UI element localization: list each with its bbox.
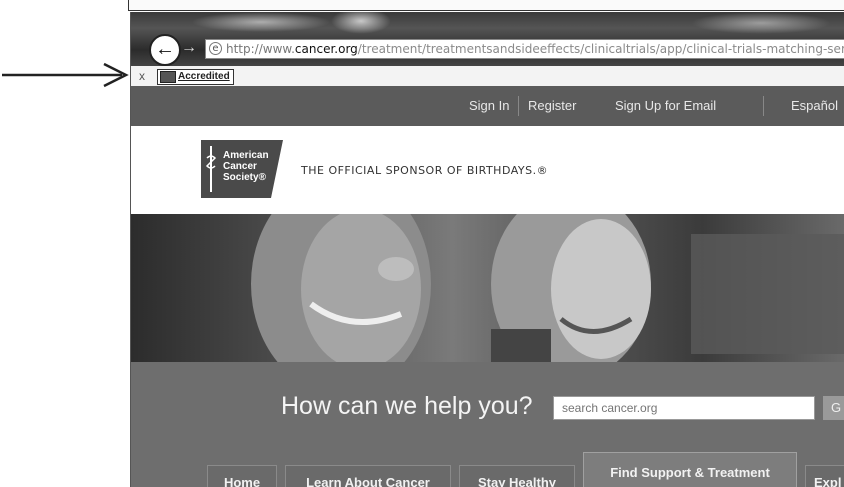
tab-home[interactable]: Home (207, 465, 277, 487)
back-arrow-icon[interactable]: ← (149, 34, 181, 66)
sign-in-link[interactable]: Sign In (469, 98, 509, 113)
tab-find-support-treatment[interactable]: Find Support & Treatment (583, 452, 797, 487)
forward-arrow-icon[interactable]: → (181, 36, 201, 60)
tab-learn-about-cancer[interactable]: Learn About Cancer (285, 465, 451, 487)
acs-logo[interactable]: American Cancer Society® (201, 140, 283, 198)
espanol-link[interactable]: Español (791, 98, 838, 113)
certificate-icon (160, 71, 176, 83)
browser-toolbar: ← → e http://www.cancer.org/treatment/tr… (131, 12, 844, 66)
help-heading: How can we help you? (281, 392, 533, 420)
site-header: American Cancer Society® THE OFFICIAL SP… (131, 126, 844, 214)
svg-text:Society®: Society® (223, 172, 267, 183)
globe-icon: e (209, 42, 222, 55)
tab-explore[interactable]: Expl (805, 465, 844, 487)
hero-photo (251, 214, 844, 362)
url-path: /treatment/treatmentsandsideeffects/clin… (357, 42, 844, 56)
site-top-nav: Sign In Register Sign Up for Email Españ… (131, 86, 844, 126)
search-button[interactable]: G (823, 396, 844, 420)
tab-stay-healthy[interactable]: Stay Healthy (459, 465, 575, 487)
search-input[interactable] (553, 396, 815, 420)
close-icon[interactable]: x (139, 66, 145, 86)
window-top-frame (128, 0, 844, 11)
url-domain: cancer.org (294, 42, 358, 56)
browser-window: ← → e http://www.cancer.org/treatment/tr… (130, 12, 844, 487)
sign-up-email-link[interactable]: Sign Up for Email (615, 98, 716, 113)
favorites-bar: x Accredited (131, 66, 844, 87)
annotation-arrow-icon (2, 62, 129, 88)
hero-image (131, 214, 844, 362)
site-tagline: THE OFFICIAL SPONSOR OF BIRTHDAYS.® (301, 164, 549, 177)
url-protocol: http://www. (226, 42, 295, 56)
address-bar[interactable]: e http://www.cancer.org/treatment/treatm… (205, 39, 844, 59)
register-link[interactable]: Register (528, 98, 576, 113)
svg-text:American: American (223, 150, 269, 161)
screenshot: ← → e http://www.cancer.org/treatment/tr… (0, 0, 844, 487)
accredited-label: Accredited (178, 71, 230, 82)
svg-text:Cancer: Cancer (223, 161, 257, 172)
accredited-badge[interactable]: Accredited (157, 69, 234, 85)
search-band: How can we help you? G Home Learn About … (131, 362, 844, 487)
